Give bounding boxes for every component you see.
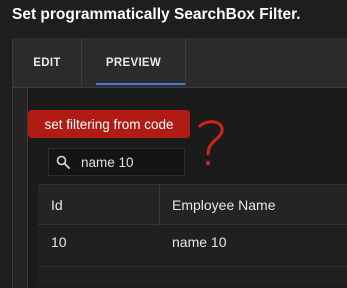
- tab-edit[interactable]: EDIT: [13, 38, 82, 88]
- grid-header: Id Employee Name: [38, 184, 347, 226]
- cell-employee-name: name 10: [172, 234, 227, 250]
- column-header-id[interactable]: Id: [51, 197, 63, 213]
- column-divider[interactable]: [159, 185, 160, 226]
- data-grid: Id Employee Name 10 name 10: [38, 184, 347, 284]
- active-tab-indicator: [96, 83, 185, 85]
- tab-preview[interactable]: PREVIEW: [82, 38, 186, 88]
- cell-id: 10: [51, 234, 67, 250]
- search-box[interactable]: name 10: [48, 148, 185, 176]
- tab-edit-label: EDIT: [33, 57, 61, 69]
- set-filtering-button[interactable]: set filtering from code: [28, 110, 190, 138]
- tab-bar: EDIT PREVIEW: [13, 38, 347, 88]
- tab-preview-label: PREVIEW: [105, 57, 162, 69]
- search-icon: [56, 155, 70, 169]
- column-header-employee-name[interactable]: Employee Name: [172, 197, 276, 213]
- question-mark-annotation: [198, 120, 224, 166]
- page-title: Set programmatically SearchBox Filter.: [12, 6, 301, 23]
- row-divider: [38, 266, 347, 267]
- search-input[interactable]: name 10: [81, 155, 134, 170]
